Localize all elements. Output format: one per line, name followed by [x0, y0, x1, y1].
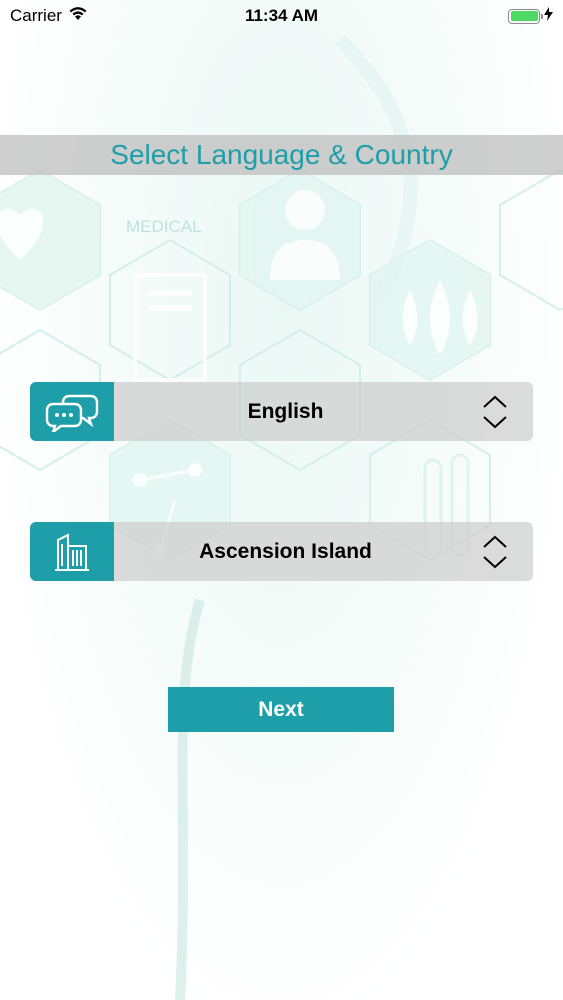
up-down-chevron-icon: [457, 522, 533, 581]
battery-cap: [541, 13, 543, 19]
title-band: Select Language & Country: [0, 135, 563, 175]
building-icon: [30, 522, 114, 581]
status-left: Carrier: [0, 6, 88, 26]
charging-bolt-icon: [544, 6, 553, 26]
chat-bubbles-icon: [30, 382, 114, 441]
language-picker[interactable]: English: [30, 382, 533, 441]
country-selected: Ascension Island: [199, 539, 372, 563]
wifi-icon: [68, 6, 88, 26]
watermark-text: MEDICAL: [126, 217, 202, 236]
status-bar: Carrier 11:34 AM: [0, 0, 563, 32]
battery-icon: [508, 8, 543, 24]
carrier-label: Carrier: [10, 6, 62, 25]
battery-fill: [510, 11, 538, 21]
status-right: [508, 6, 563, 26]
up-down-chevron-icon: [457, 382, 533, 441]
page-title: Select Language & Country: [110, 139, 453, 170]
next-button[interactable]: Next: [168, 687, 394, 732]
country-picker[interactable]: Ascension Island: [30, 522, 533, 581]
language-selected: English: [247, 399, 324, 423]
